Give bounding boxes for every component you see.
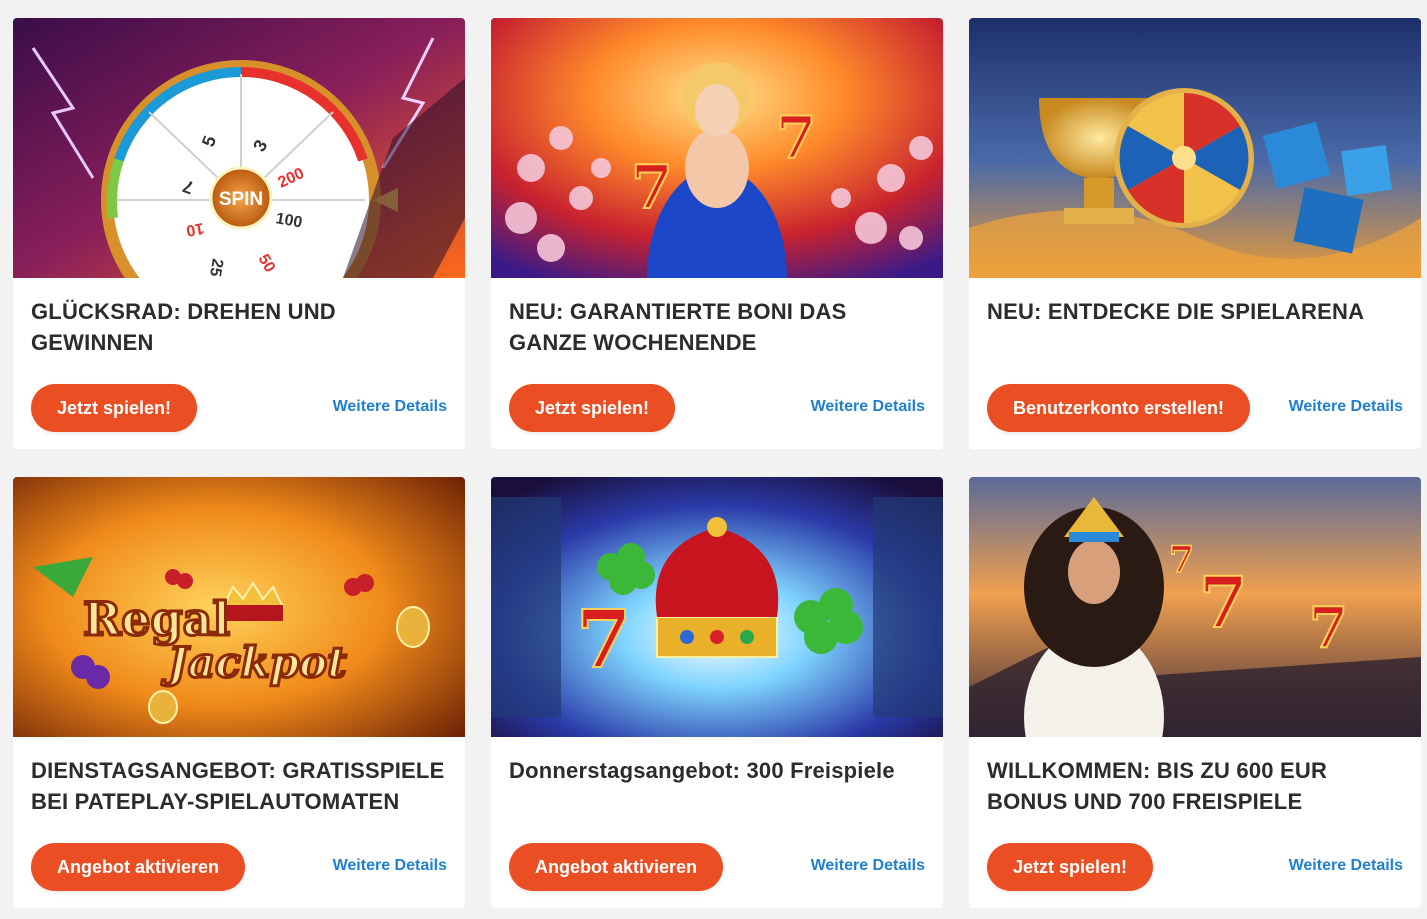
promo-card-wheel: 5 3 200 100 50 25 10 7 SPIN GLÜCKSRAD: D… (13, 18, 465, 449)
more-details-link[interactable]: Weitere Details (333, 398, 447, 416)
wheel-segment-25: 25 (206, 257, 226, 278)
crown-clover-illustration: 7 (491, 477, 943, 737)
jackpot-logo-text: Jackpot (161, 638, 347, 687)
promo-image-fortune-wheel[interactable]: 5 3 200 100 50 25 10 7 SPIN (13, 18, 465, 278)
promo-image-welcome-bonus[interactable]: 7 7 7 (969, 477, 1421, 737)
activate-offer-button[interactable]: Angebot aktivieren (509, 843, 724, 891)
play-now-button[interactable]: Jetzt spielen! (31, 384, 198, 432)
play-now-button[interactable]: Jetzt spielen! (987, 843, 1154, 891)
more-details-link[interactable]: Weitere Details (333, 857, 447, 875)
promo-image-regal-jackpot[interactable]: Regal Jackpot (13, 477, 465, 737)
promotions-grid: 5 3 200 100 50 25 10 7 SPIN GLÜCKSRAD: D… (0, 0, 1427, 919)
more-details-link[interactable]: Weitere Details (811, 857, 925, 875)
more-details-link[interactable]: Weitere Details (1289, 398, 1403, 416)
fortune-wheel-illustration: 5 3 200 100 50 25 10 7 SPIN (13, 18, 465, 278)
egyptian-queen-sevens-illustration: 7 7 7 (969, 477, 1421, 737)
woman-sevens-illustration: 7 7 (491, 18, 943, 278)
more-details-link[interactable]: Weitere Details (811, 398, 925, 416)
play-now-button[interactable]: Jetzt spielen! (509, 384, 676, 432)
promo-image-game-arena[interactable] (969, 18, 1421, 278)
more-details-link[interactable]: Weitere Details (1289, 857, 1403, 875)
lucky-seven-left-icon: 7 (631, 153, 673, 223)
promo-card-arena: NEU: ENTDECKE DIE SPIELARENA Benutzerkon… (969, 18, 1421, 449)
promo-title: GLÜCKSRAD: DREHEN UND GEWINNEN (31, 299, 336, 355)
promo-card-tuesday: Regal Jackpot DIENSTAGSANGEBOT: GRATISSP… (13, 477, 465, 908)
lucky-seven-right-icon: 7 (1309, 595, 1348, 661)
lucky-seven-right-icon: 7 (776, 104, 816, 172)
create-account-button[interactable]: Benutzerkonto erstellen! (987, 384, 1251, 432)
promo-image-crown-clover[interactable]: 7 (491, 477, 943, 737)
promo-card-welcome: 7 7 7 WILLKOMMEN: BIS ZU 600 EUR BONUS U… (969, 477, 1421, 908)
lucky-seven-small-icon: 7 (1169, 539, 1194, 581)
lucky-seven-center-icon: 7 (1199, 561, 1248, 644)
lucky-seven-icon: 7 (576, 592, 632, 686)
wheel-spin-label: SPIN (219, 189, 263, 210)
regal-jackpot-illustration: Regal Jackpot (13, 477, 465, 737)
promo-title: DIENSTAGSANGEBOT: GRATISSPIELE BEI PATEP… (31, 758, 445, 814)
promo-card-weekend-bonus: 7 7 NEU: GARANTIERTE BONI DAS GANZE WOCH… (491, 18, 943, 449)
promo-image-weekend-bonus[interactable]: 7 7 (491, 18, 943, 278)
activate-offer-button[interactable]: Angebot aktivieren (31, 843, 246, 891)
promo-card-thursday: 7 Donnerstagsangebot: 300 Freispiele Ang… (491, 477, 943, 908)
promo-title: NEU: ENTDECKE DIE SPIELARENA (987, 299, 1365, 324)
wheel-segment-10: 10 (185, 219, 206, 239)
promo-title: NEU: GARANTIERTE BONI DAS GANZE WOCHENEN… (509, 299, 847, 355)
promo-title: WILLKOMMEN: BIS ZU 600 EUR BONUS UND 700… (987, 758, 1328, 814)
trophy-wheel-gifts-illustration (969, 18, 1421, 278)
promo-title: Donnerstagsangebot: 300 Freispiele (509, 758, 895, 783)
